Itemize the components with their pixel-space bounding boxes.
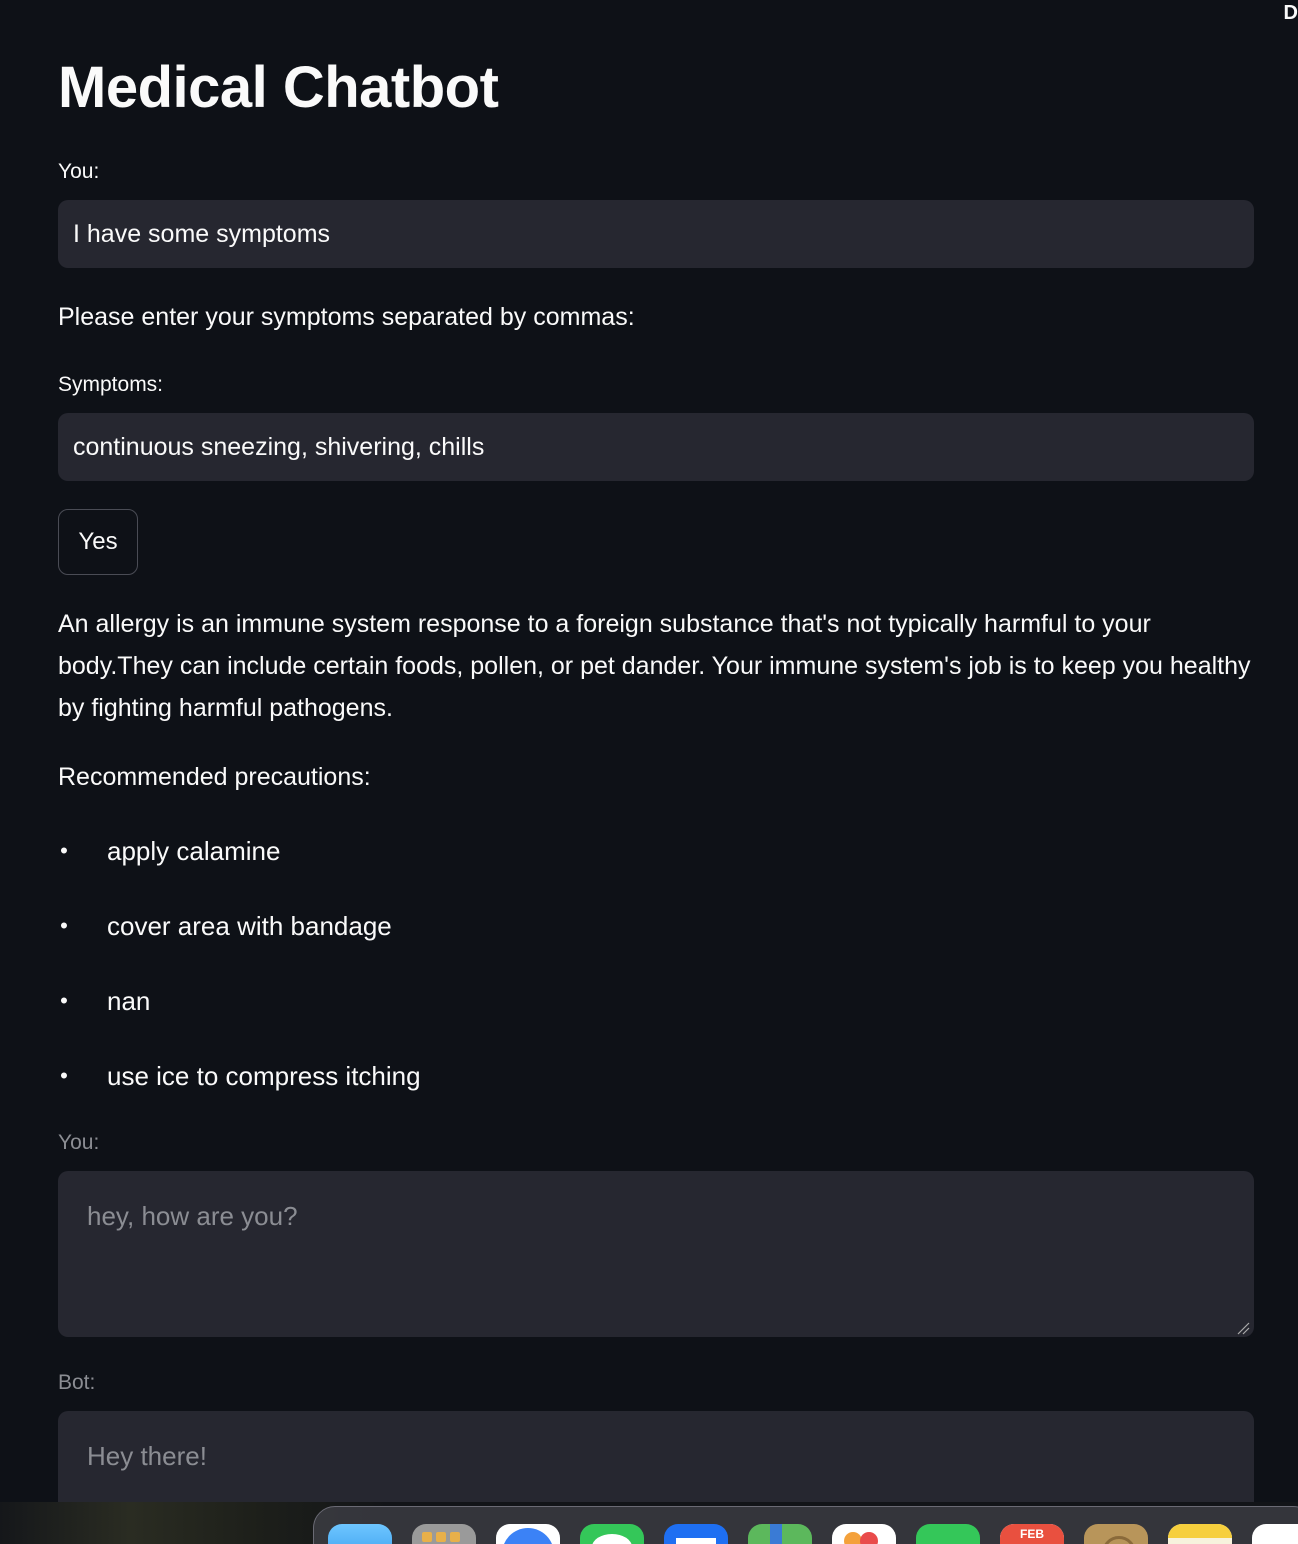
resize-handle-icon[interactable] <box>1236 1321 1250 1335</box>
precaution-text: apply calamine <box>107 836 281 866</box>
bullet-icon: • <box>60 988 68 1013</box>
safari-icon[interactable] <box>496 1524 560 1544</box>
contacts-icon[interactable] <box>1084 1524 1148 1544</box>
you-label: You: <box>58 160 100 183</box>
precaution-item: • apply calamine <box>58 826 421 901</box>
you-input[interactable]: I have some symptoms <box>58 200 1254 268</box>
precaution-text: use ice to compress itching <box>107 1061 421 1091</box>
facetime-icon[interactable] <box>916 1524 980 1544</box>
symptoms-prompt: Please enter your symptoms separated by … <box>58 303 635 331</box>
reminders-icon[interactable] <box>1252 1524 1298 1544</box>
notes-icon[interactable] <box>1168 1524 1232 1544</box>
chat-input-placeholder: hey, how are you? <box>87 1201 298 1231</box>
precautions-heading: Recommended precautions: <box>58 763 371 791</box>
precaution-text: cover area with bandage <box>107 911 392 941</box>
diagnosis-description: An allergy is an immune system response … <box>58 610 1251 722</box>
photos-icon[interactable] <box>832 1524 896 1544</box>
symptoms-label: Symptoms: <box>58 373 164 396</box>
precaution-item: • use ice to compress itching <box>58 1051 421 1126</box>
page-title: Medical Chatbot <box>58 55 499 120</box>
bot-label: Bot: <box>58 1371 96 1394</box>
macos-dock: FEB <box>313 1506 1298 1544</box>
yes-button[interactable]: Yes <box>58 509 138 575</box>
maps-icon[interactable] <box>748 1524 812 1544</box>
corner-glyph: D <box>1283 2 1298 24</box>
macos-dock-area: FEB <box>0 1502 1298 1544</box>
bullet-icon: • <box>60 1063 68 1088</box>
precaution-item: • nan <box>58 976 421 1051</box>
bot-output-placeholder: Hey there! <box>87 1441 207 1471</box>
messages-icon[interactable] <box>580 1524 644 1544</box>
symptoms-input[interactable]: continuous sneezing, shivering, chills <box>58 413 1254 481</box>
launchpad-icon[interactable] <box>412 1524 476 1544</box>
calendar-month: FEB <box>1020 1527 1044 1541</box>
precaution-text: nan <box>107 986 151 1016</box>
bullet-icon: • <box>60 913 68 938</box>
finder-icon[interactable] <box>328 1524 392 1544</box>
mail-icon[interactable] <box>664 1524 728 1544</box>
calendar-icon[interactable]: FEB <box>1000 1524 1064 1544</box>
streamlit-app: D Medical Chatbot You: I have some sympt… <box>0 0 1298 1544</box>
chat-you-label: You: <box>58 1131 100 1154</box>
chat-input-textarea[interactable]: hey, how are you? <box>58 1171 1254 1337</box>
precaution-item: • cover area with bandage <box>58 901 421 976</box>
precautions-list: • apply calamine • cover area with banda… <box>58 826 421 1126</box>
bullet-icon: • <box>60 838 68 863</box>
